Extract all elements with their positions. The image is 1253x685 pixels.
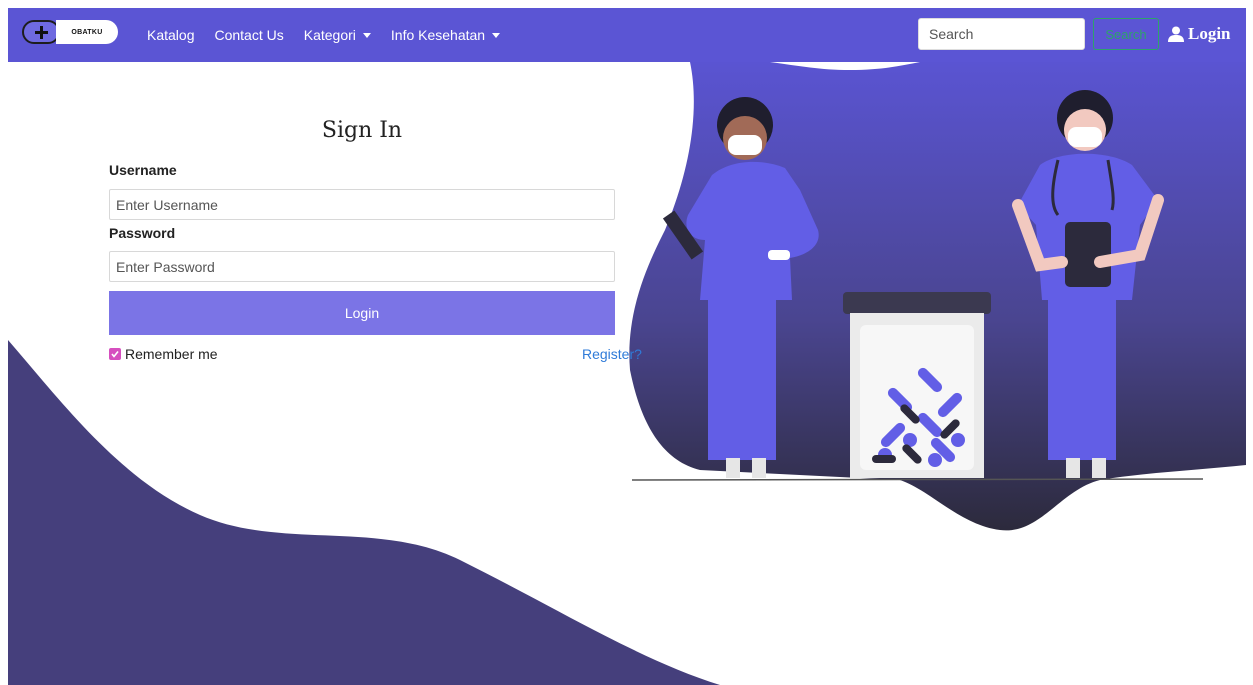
- bottom-left-wave: [8, 340, 720, 685]
- caret-down-icon: [362, 32, 371, 38]
- brand-logo[interactable]: OBATKU: [22, 20, 118, 44]
- page-title: Sign In: [321, 118, 403, 143]
- register-link[interactable]: Register?: [582, 346, 642, 362]
- password-label: Password: [109, 225, 176, 241]
- caret-down-icon: [492, 32, 501, 38]
- nav-dropdown-label: Info Kesehatan: [390, 27, 486, 43]
- pill-jar: [843, 292, 991, 478]
- nav-login-link[interactable]: Login: [1168, 22, 1231, 46]
- search-button[interactable]: Search: [1093, 18, 1159, 50]
- login-button[interactable]: Login: [109, 291, 615, 335]
- nav-link-katalog[interactable]: Katalog: [147, 27, 194, 43]
- nav-links: Katalog Contact Us Kategori Info Kesehat…: [147, 8, 520, 62]
- login-link-label: Login: [1188, 24, 1231, 43]
- ground-line: [631, 478, 1204, 481]
- background-illustration: [8, 62, 1246, 685]
- nav-dropdown-info-kesehatan[interactable]: Info Kesehatan: [390, 27, 501, 43]
- user-icon: [1168, 26, 1184, 42]
- check-icon: [111, 351, 119, 358]
- top-navbar: OBATKU Katalog Contact Us Kategori Info …: [8, 8, 1246, 62]
- remember-me[interactable]: Remember me: [109, 346, 218, 362]
- nav-dropdown-kategori[interactable]: Kategori: [304, 27, 371, 43]
- search-input[interactable]: [918, 18, 1085, 50]
- plus-icon: [22, 20, 60, 44]
- username-label: Username: [109, 162, 177, 178]
- username-field[interactable]: [109, 189, 615, 220]
- remember-label: Remember me: [125, 346, 218, 362]
- brand-text: OBATKU: [56, 20, 118, 44]
- remember-checkbox[interactable]: [109, 348, 121, 360]
- nav-dropdown-label: Kategori: [303, 27, 356, 43]
- nav-link-contact-us[interactable]: Contact Us: [214, 27, 283, 43]
- password-field[interactable]: [109, 251, 615, 282]
